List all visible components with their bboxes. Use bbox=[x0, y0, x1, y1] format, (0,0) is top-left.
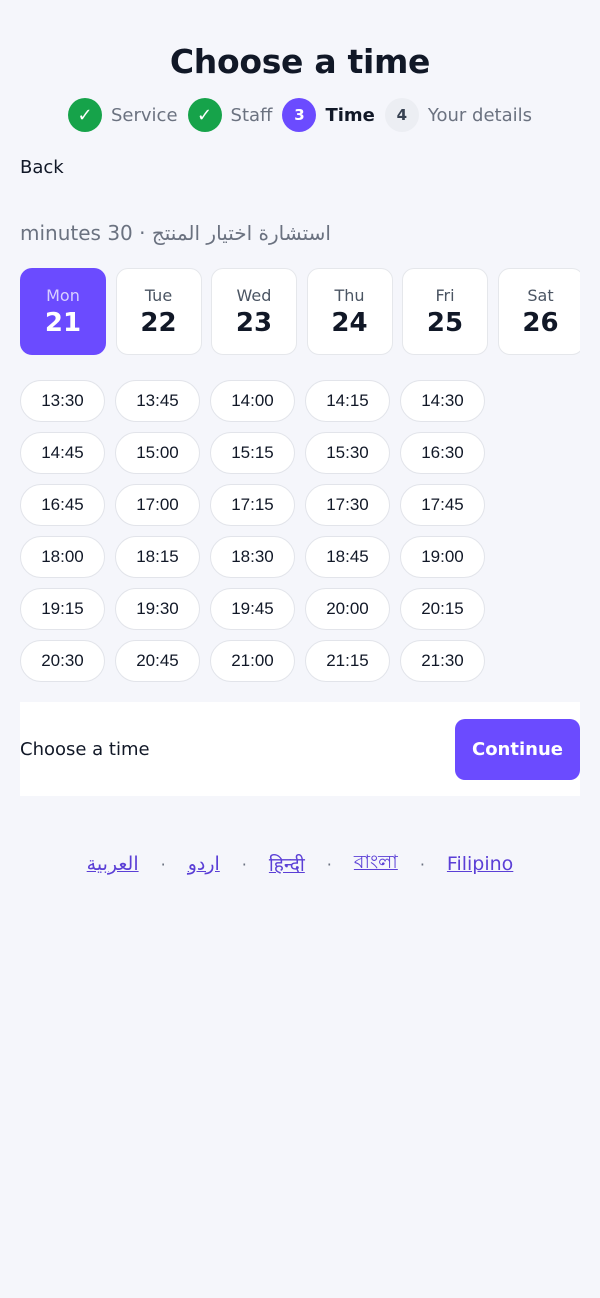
language-link-arabic[interactable]: العربية bbox=[87, 853, 139, 875]
day-number: 23 bbox=[235, 307, 273, 338]
time-slot-button[interactable]: 19:30 bbox=[115, 588, 200, 630]
page-title: Choose a time bbox=[169, 42, 431, 81]
time-slot-button[interactable]: 21:15 bbox=[305, 640, 390, 682]
day-of-week: Wed bbox=[236, 285, 272, 305]
step-label: Your details bbox=[427, 104, 532, 126]
time-slot-button[interactable]: 16:45 bbox=[20, 484, 105, 526]
step-staff: ✓ Staff bbox=[187, 98, 273, 132]
day-number: 25 bbox=[426, 307, 464, 338]
time-slot-button[interactable]: 14:45 bbox=[20, 432, 105, 474]
language-switcher: العربية · اردو · हिन्दी · বাংলা · Filipi… bbox=[0, 848, 600, 880]
booking-page: Choose a time ✓ Service ✓ Staff 3 Time 4… bbox=[0, 0, 600, 1298]
action-bar: Choose a time Continue bbox=[20, 702, 580, 796]
continue-button[interactable]: Continue bbox=[455, 718, 580, 780]
day-of-week: Fri bbox=[435, 285, 455, 305]
day-of-week: Mon bbox=[46, 285, 80, 305]
time-slot-button[interactable]: 17:15 bbox=[210, 484, 295, 526]
day-card-wed[interactable]: Wed 23 bbox=[211, 268, 297, 355]
time-slot-button[interactable]: 13:30 bbox=[20, 380, 105, 422]
language-link-bengali[interactable]: বাংলা bbox=[354, 848, 398, 880]
day-of-week: Tue bbox=[144, 285, 173, 305]
step-number-badge: 4 bbox=[384, 98, 419, 132]
step-done-check-icon: ✓ bbox=[187, 98, 222, 132]
day-number: 24 bbox=[331, 307, 368, 338]
language-separator: · bbox=[419, 854, 425, 874]
day-card-mon[interactable]: Mon 21 bbox=[20, 268, 106, 355]
day-card-tue[interactable]: Tue 22 bbox=[115, 268, 202, 355]
time-slot-grid: 13:30 13:45 14:00 14:15 14:30 14:45 15:0… bbox=[20, 380, 490, 682]
time-slot-button[interactable]: 14:00 bbox=[210, 380, 295, 422]
time-slot-button[interactable]: 18:45 bbox=[305, 536, 390, 578]
step-number-badge: 3 bbox=[282, 98, 317, 132]
step-label: Service bbox=[111, 104, 178, 126]
service-summary: استشارة اختيار المنتج · 30 minutes bbox=[20, 221, 331, 245]
day-number: 26 bbox=[522, 307, 559, 338]
step-label: Time bbox=[325, 104, 375, 126]
back-link[interactable]: Back bbox=[20, 157, 64, 178]
time-slot-button[interactable]: 15:00 bbox=[115, 432, 200, 474]
time-slot-button[interactable]: 20:00 bbox=[305, 588, 390, 630]
time-slot-button[interactable]: 15:15 bbox=[210, 432, 295, 474]
time-slot-button[interactable]: 13:45 bbox=[115, 380, 200, 422]
day-of-week: Thu bbox=[334, 285, 365, 305]
time-slot-button[interactable]: 20:15 bbox=[400, 588, 485, 630]
step-service: ✓ Service bbox=[68, 98, 178, 132]
time-slot-button[interactable]: 18:15 bbox=[115, 536, 200, 578]
language-link-filipino[interactable]: Filipino bbox=[447, 853, 513, 875]
day-number: 22 bbox=[140, 307, 177, 338]
language-separator: · bbox=[326, 854, 332, 874]
day-card-sat[interactable]: Sat 26 bbox=[497, 268, 580, 355]
time-slot-button[interactable]: 17:30 bbox=[305, 484, 390, 526]
time-slot-button[interactable]: 18:00 bbox=[20, 536, 105, 578]
time-slot-button[interactable]: 21:30 bbox=[400, 640, 485, 682]
time-slot-button[interactable]: 15:30 bbox=[305, 432, 390, 474]
time-slot-button[interactable]: 21:00 bbox=[210, 640, 295, 682]
time-slot-button[interactable]: 16:30 bbox=[400, 432, 485, 474]
time-slot-button[interactable]: 20:30 bbox=[20, 640, 105, 682]
language-separator: · bbox=[160, 854, 166, 874]
day-card-fri[interactable]: Fri 25 bbox=[402, 268, 488, 355]
day-picker[interactable]: Mon 21 Tue 22 Wed 23 Thu 24 Fri 25 Sat 2… bbox=[20, 268, 580, 355]
day-number: 21 bbox=[44, 307, 82, 338]
time-slot-button[interactable]: 19:45 bbox=[210, 588, 295, 630]
language-link-urdu[interactable]: اردو bbox=[188, 853, 220, 875]
time-slot-button[interactable]: 17:00 bbox=[115, 484, 200, 526]
time-slot-button[interactable]: 19:00 bbox=[400, 536, 485, 578]
time-slot-button[interactable]: 17:45 bbox=[400, 484, 485, 526]
language-link-hindi[interactable]: हिन्दी bbox=[269, 851, 305, 877]
language-separator: · bbox=[241, 854, 247, 874]
time-slot-button[interactable]: 20:45 bbox=[115, 640, 200, 682]
time-slot-button[interactable]: 14:15 bbox=[305, 380, 390, 422]
selection-status: Choose a time bbox=[20, 738, 150, 760]
step-done-check-icon: ✓ bbox=[68, 98, 102, 132]
progress-steps: ✓ Service ✓ Staff 3 Time 4 Your details bbox=[0, 97, 600, 133]
time-slot-button[interactable]: 19:15 bbox=[20, 588, 105, 630]
day-card-thu[interactable]: Thu 24 bbox=[306, 268, 393, 355]
step-time: 3 Time bbox=[282, 98, 375, 132]
day-of-week: Sat bbox=[527, 285, 554, 305]
step-your-details: 4 Your details bbox=[384, 98, 532, 132]
time-slot-button[interactable]: 14:30 bbox=[400, 380, 485, 422]
step-label: Staff bbox=[230, 104, 273, 126]
time-slot-button[interactable]: 18:30 bbox=[210, 536, 295, 578]
